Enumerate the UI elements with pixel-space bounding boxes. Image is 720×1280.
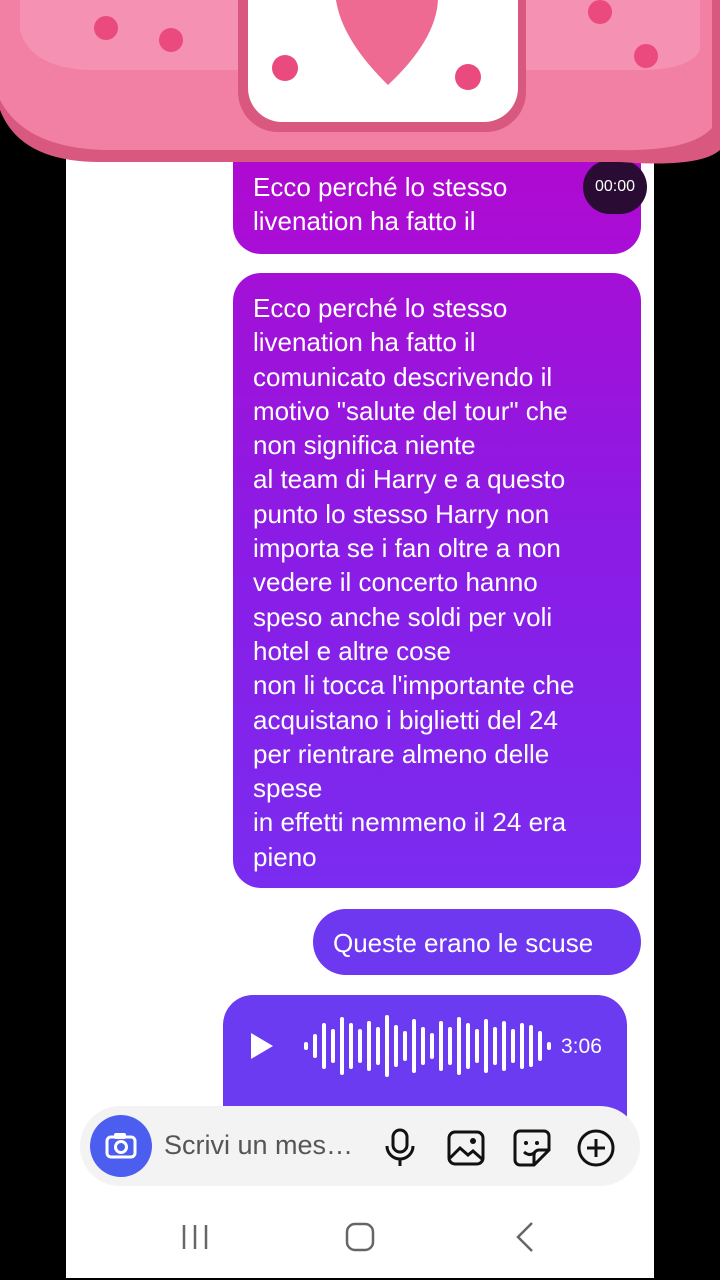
- recent-apps-icon[interactable]: [180, 1215, 210, 1259]
- image-icon[interactable]: [446, 1128, 486, 1168]
- camera-button[interactable]: [90, 1115, 152, 1177]
- camera-icon: [105, 1133, 137, 1159]
- chat-screen: Ecco perché lo stesso livenation ha fatt…: [66, 0, 654, 1278]
- message-composer: Scrivi un mes…: [80, 1106, 640, 1186]
- bandage-sticker: [0, 0, 720, 164]
- message-input[interactable]: Scrivi un mes…: [164, 1130, 353, 1161]
- add-icon[interactable]: [576, 1128, 616, 1168]
- voice-duration: 3:06: [561, 1035, 602, 1058]
- message-bubble-long[interactable]: Ecco perché lo stesso livenation ha fatt…: [233, 273, 641, 888]
- message-bubble-short[interactable]: Queste erano le scuse: [313, 909, 641, 975]
- sticker-icon[interactable]: [512, 1128, 552, 1168]
- waveform-icon: [304, 1015, 551, 1077]
- back-icon[interactable]: [512, 1215, 538, 1259]
- play-icon[interactable]: [251, 1033, 273, 1059]
- home-icon[interactable]: [344, 1215, 376, 1259]
- microphone-icon[interactable]: [382, 1128, 418, 1168]
